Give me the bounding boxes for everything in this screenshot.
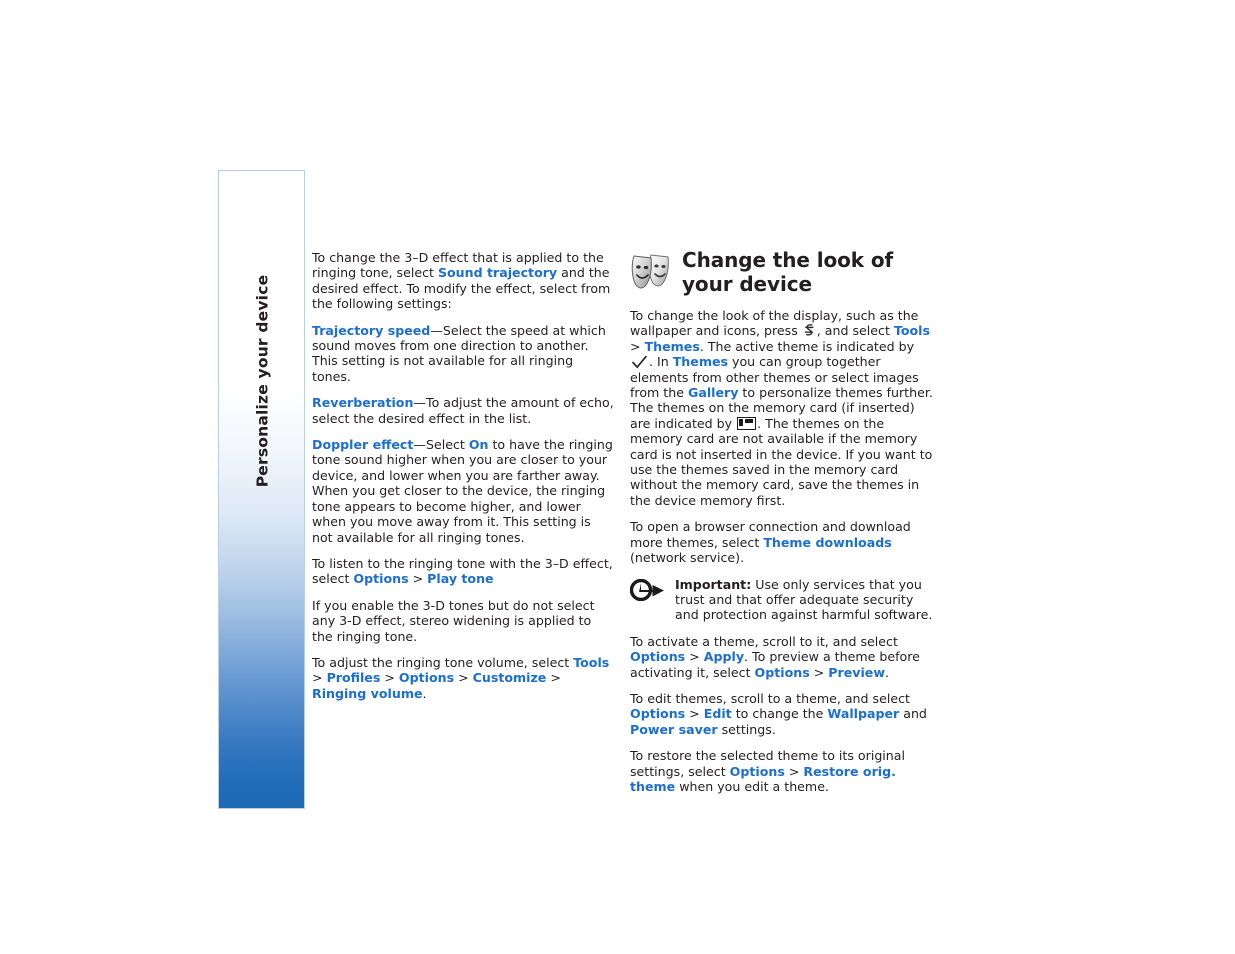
body-text: If you enable the 3-D tones but do not s… [312,597,595,644]
ui-term: Trajectory speed [312,322,431,338]
body-text: —Select [413,437,469,453]
important-note-label: Important: [675,576,752,592]
paragraph: To change the look of the display, such … [630,308,933,508]
ui-term: Reverberation [312,395,414,411]
body-text: . [422,685,427,701]
paragraph: To open a browser connection and downloa… [630,519,933,565]
path-separator: > [685,706,704,722]
ui-term: Options [630,649,686,665]
path-separator: > [312,670,327,686]
important-note-text: Important: Use only services that you tr… [675,577,933,623]
body-text: To activate a theme, scroll to it, and s… [630,633,898,649]
paragraph: To restore the selected theme to its ori… [630,748,933,794]
menu-key-icon [804,324,814,336]
body-text: . [884,664,889,680]
ui-term: Play tone [427,571,494,587]
body-text: when you edit a theme. [675,778,829,794]
ui-term: Options [398,670,455,686]
ui-term: Sound trajectory [437,265,558,281]
ui-term: Options [353,571,409,587]
ui-term: Gallery [687,385,739,401]
body-text: . The active theme is indicated by [699,338,915,354]
paragraph: To change the 3–D effect that is applied… [312,250,614,312]
body-text: and [899,706,927,722]
ui-term: Options [630,706,686,722]
paragraph: Reverberation—To adjust the amount of ec… [312,395,614,426]
important-note: Important: Use only services that you tr… [630,577,933,623]
ui-term: Doppler effect [312,437,414,453]
right-text-column: To change the look of the display, such … [630,308,933,794]
ui-term: Preview [828,664,885,680]
section-heading-block: Change the look of your device [630,248,933,306]
paragraph: To listen to the ringing tone with the 3… [312,556,614,587]
ui-term: On [468,437,489,453]
paragraph: To activate a theme, scroll to it, and s… [630,634,933,680]
paragraph: Doppler effect—Select On to have the rin… [312,437,614,545]
ui-term: Themes [672,354,728,370]
chapter-title-vertical: Personalize your device [219,171,306,591]
ui-term: Ringing volume [312,685,423,701]
ui-term: Options [754,664,810,680]
ui-term: Options [729,763,785,779]
path-separator: > [380,670,399,686]
ui-term: Wallpaper [827,706,900,722]
ui-term: Themes [644,338,700,354]
body-text: to have the ringing tone sound higher wh… [312,437,613,545]
chapter-title-text: Personalize your device [253,274,272,488]
path-separator: > [784,763,804,779]
ui-term: Tools [573,654,610,670]
paragraph: To adjust the ringing tone volume, selec… [312,655,614,701]
path-separator: > [630,338,645,354]
path-separator: > [685,649,704,665]
body-text: to change the [731,706,828,722]
section-heading-text: Change the look of your device [682,248,894,296]
page-number: 86 [244,876,281,905]
ui-term: Apply [703,649,745,665]
path-separator: > [809,664,829,680]
body-text: , and select [816,323,894,339]
path-separator: > [408,571,428,587]
paragraph: If you enable the 3-D tones but do not s… [312,598,614,644]
paragraph: Trajectory speed—Select the speed at whi… [312,323,614,385]
ui-term: Profiles [326,670,381,686]
body-text: To adjust the ringing tone volume, selec… [312,654,574,670]
page-sidebar-tab: Personalize your device 86 [218,170,306,905]
ui-term: Power saver [630,721,718,737]
ui-term: Customize [472,670,547,686]
left-text-column: To change the 3–D effect that is applied… [312,250,614,701]
ui-term: Tools [893,323,930,339]
ui-term: Theme downloads [763,534,892,550]
path-separator: > [546,670,561,686]
body-text: (network service). [630,550,745,566]
important-arrow-icon [630,578,664,601]
checkmark-icon [632,356,647,369]
theater-masks-icon [631,254,669,289]
body-text: To edit themes, scroll to a theme, and s… [630,690,910,706]
body-text: settings. [717,721,776,737]
path-separator: > [454,670,473,686]
memory-card-icon [737,416,757,430]
body-text: . In [649,354,673,370]
ui-term: Edit [703,706,732,722]
paragraph: To edit themes, scroll to a theme, and s… [630,691,933,737]
